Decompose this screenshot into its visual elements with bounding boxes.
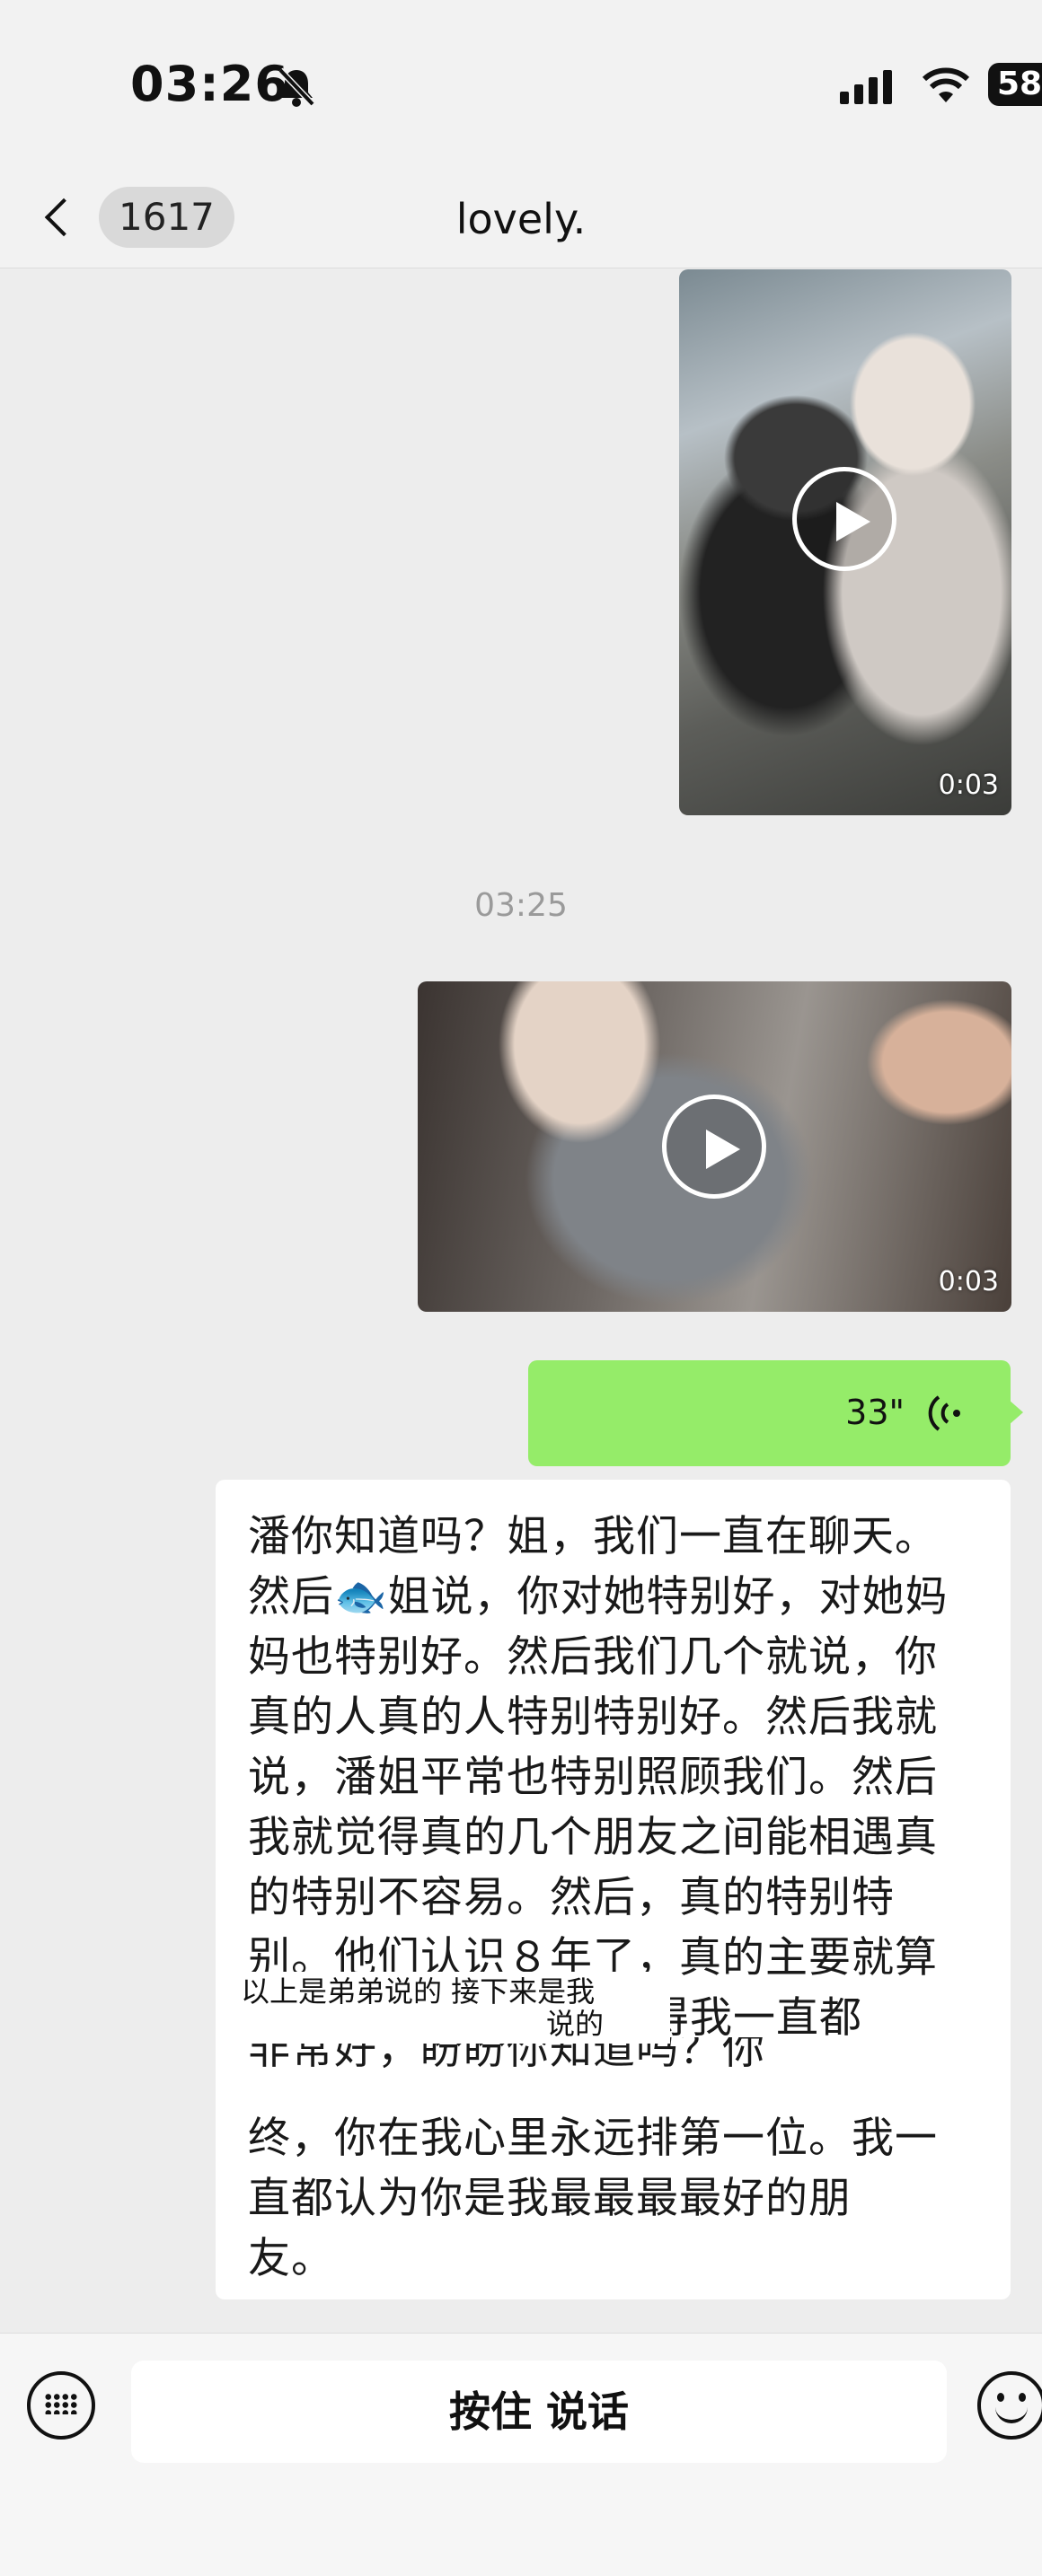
input-bar: 按住 说话 — [0, 2333, 1042, 2576]
overlay-note-line: 以上是弟弟说的 接下来是我 — [241, 1974, 596, 2009]
voice-length: 33" — [845, 1393, 905, 1432]
status-time: 03:26 — [130, 56, 289, 112]
bell-slash-icon — [277, 66, 316, 111]
play-icon[interactable] — [662, 1095, 766, 1199]
text-line: 妈也特别好。然后我们几个就说，你 — [248, 1632, 938, 1682]
text-line: 然后🐟姐说，你对她特别好，对她妈 — [248, 1572, 949, 1622]
text-line: 真的人真的人特别特别好。然后我就 — [248, 1692, 938, 1742]
voice-message[interactable]: 33" — [528, 1360, 1023, 1466]
voice-wave-icon — [926, 1391, 966, 1439]
nav-bar: 1617 lovely. — [0, 171, 1042, 268]
text-line: 我就觉得真的几个朋友之间能相遇真 — [248, 1813, 938, 1862]
wifi-icon — [921, 66, 971, 108]
signal-icon — [840, 68, 901, 108]
text-line: 终，你在我心里永远排第一位。我一 — [248, 2114, 938, 2163]
battery-icon: 58 — [988, 63, 1042, 106]
text-line: 的特别不容易。然后，真的特别特 — [248, 1873, 895, 1922]
partially-covered-line: 非常好，盼盼你知道吗？你从始至 — [248, 2037, 787, 2080]
text-message[interactable]: 潘你知道吗？姐，我们一直在聊天。 然后🐟姐说，你对她特别好，对她妈 妈也特别好。… — [216, 1480, 1011, 2299]
text-line: 直都认为你是我最最最最好的朋 — [248, 2174, 852, 2223]
hold-to-talk-button[interactable]: 按住 说话 — [131, 2361, 947, 2463]
message-timestamp: 03:25 — [474, 887, 568, 924]
play-icon[interactable] — [792, 467, 896, 571]
overlay-annotation: 以上是弟弟说的 接下来是我 说的 — [234, 1972, 670, 2044]
video-message[interactable]: 0:03 — [679, 269, 1011, 815]
emoji-icon[interactable] — [977, 2371, 1042, 2440]
text-line: 非常好，盼盼你知道吗？你从始至 — [248, 2037, 765, 2074]
video-message[interactable]: 0:03 — [418, 981, 1011, 1312]
video-duration: 0:03 — [938, 769, 999, 801]
text-line: 友。 — [248, 2234, 334, 2283]
video-duration: 0:03 — [938, 1266, 999, 1297]
text-line: 说，潘姐平常也特别照顾我们。然后 — [248, 1753, 938, 1802]
keyboard-icon[interactable] — [27, 2371, 95, 2440]
status-bar: 03:26 58 — [0, 0, 1042, 171]
chat-title: lovely. — [455, 195, 587, 243]
text-line: 潘你知道吗？姐，我们一直在聊天。 — [248, 1512, 938, 1561]
overlay-note-line: 说的 — [546, 2007, 605, 2041]
